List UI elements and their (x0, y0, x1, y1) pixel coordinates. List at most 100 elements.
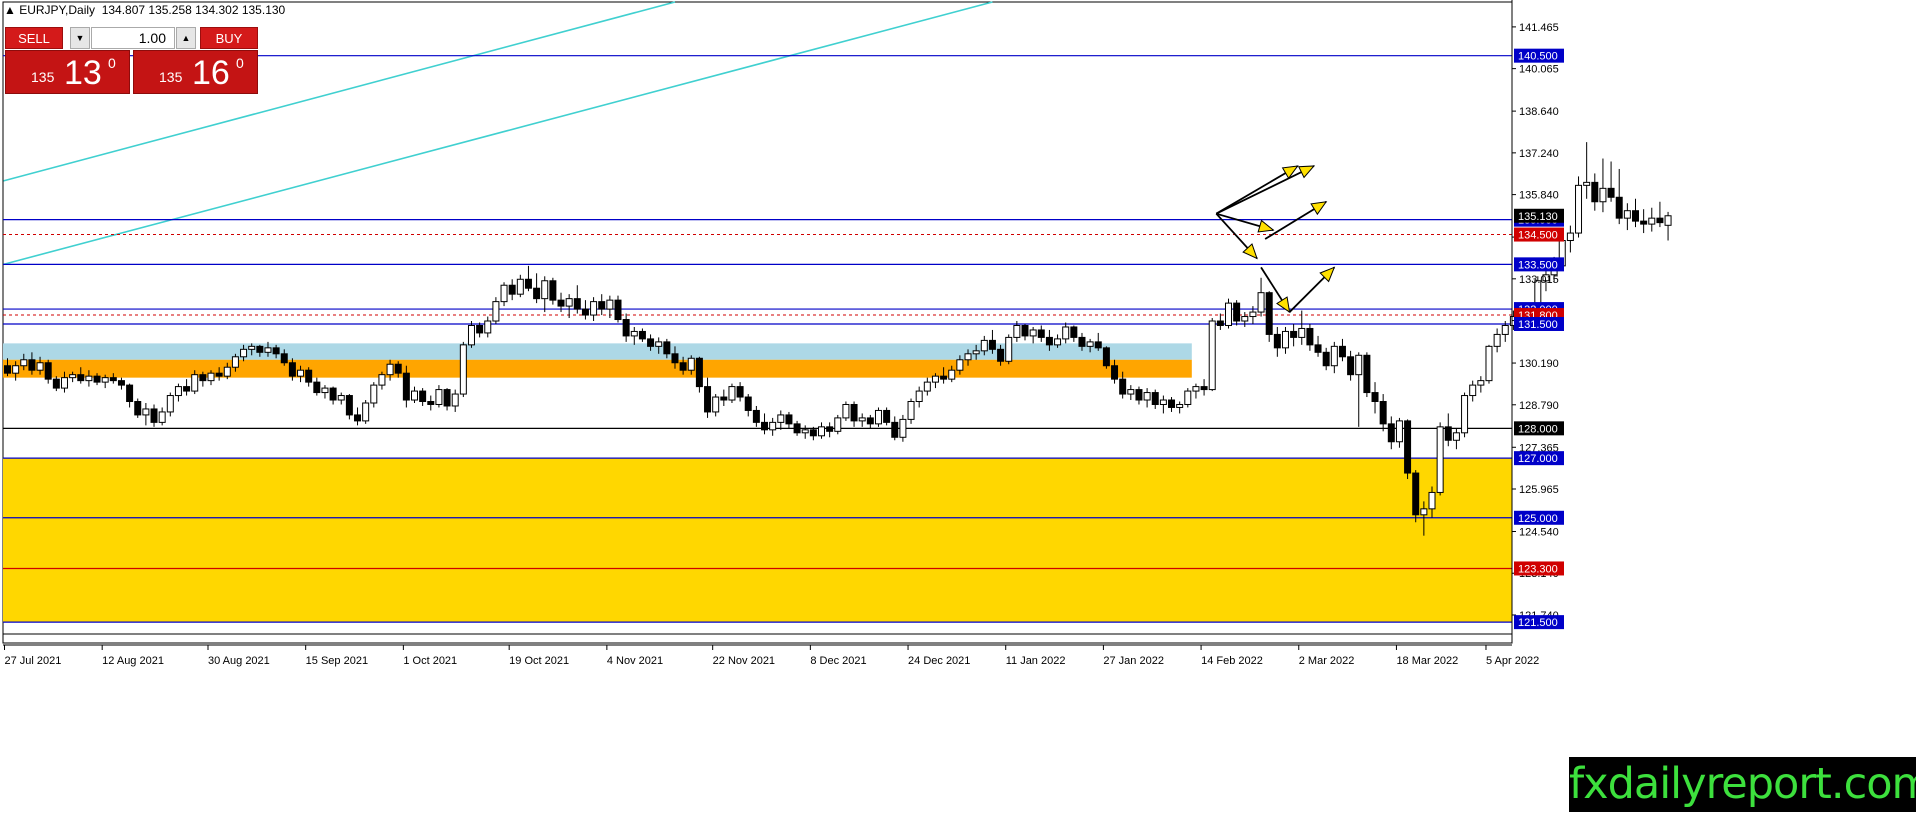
candle (1184, 388, 1192, 408)
date-tick-label: 11 Jan 2022 (1006, 655, 1066, 667)
candle (1566, 225, 1574, 253)
bear-candle-body (272, 347, 280, 355)
bear-candle-body (1216, 320, 1224, 326)
bull-candle-body (378, 374, 386, 386)
bull-candle-body (1501, 324, 1509, 335)
one-click-trading-panel: SELL ▼ 1.00 ▲ BUY 135 13 0 135 16 0 (5, 27, 258, 95)
bear-candle-body (109, 377, 117, 382)
bear-candle-body (427, 401, 435, 405)
date-tick-label: 5 Apr 2022 (1486, 655, 1539, 667)
bear-candle-body (288, 362, 296, 377)
bull-candle-body (874, 409, 882, 425)
bear-candle-body (647, 338, 655, 347)
bear-candle-body (1306, 327, 1314, 346)
bear-candle-body (638, 330, 646, 340)
bear-candle-body (150, 408, 158, 423)
bull-candle-body (166, 395, 174, 413)
candle (549, 277, 557, 305)
date-tick-label: 24 Dec 2021 (908, 655, 970, 667)
bull-candle-body (712, 396, 720, 413)
bull-candle-body (248, 345, 256, 350)
bear-candle-body (1591, 181, 1599, 203)
bear-candle-body (443, 389, 451, 407)
bull-candle-body (484, 320, 492, 334)
bull-candle-body (1566, 232, 1574, 242)
bull-candle-body (451, 393, 459, 407)
bull-candle-body (1664, 215, 1672, 226)
bear-candle-body (1347, 356, 1355, 376)
sell-price-prefix: 135 (31, 69, 55, 85)
bull-candle-body (606, 299, 614, 310)
bull-candle-body (158, 411, 166, 423)
bear-candle-body (793, 423, 801, 434)
price-tick-label: 125.965 (1519, 484, 1559, 496)
volume-down-arrow-icon[interactable]: ▼ (70, 27, 90, 49)
symbol-header: ▲ EURJPY,Daily 134.807 135.258 134.302 1… (4, 3, 285, 17)
candle (1485, 344, 1493, 384)
bull-candle-body (956, 359, 964, 371)
orange-zone (3, 359, 1192, 378)
bull-candle-body (1623, 210, 1631, 219)
bull-candle-body (541, 280, 549, 300)
bull-candle-body (1192, 386, 1200, 392)
bull-candle-body (630, 330, 638, 337)
date-tick-label: 22 Nov 2021 (713, 655, 775, 667)
volume-up-arrow-icon[interactable]: ▲ (176, 27, 196, 49)
bear-candle-body (1233, 302, 1241, 322)
bull-candle-body (411, 390, 418, 401)
bear-candle-body (1200, 386, 1208, 391)
sell-button[interactable]: SELL (5, 27, 63, 49)
bull-candle-body (834, 417, 842, 432)
bull-candle-body (1648, 217, 1656, 225)
bull-candle-body (1225, 302, 1232, 326)
bear-candle-body (524, 278, 532, 289)
bear-candle-body (1070, 326, 1078, 338)
bear-candle-body (679, 362, 687, 371)
bear-candle-body (1640, 220, 1648, 225)
collapse-triangle-icon[interactable]: ▲ (4, 3, 19, 17)
bear-candle-body (1404, 420, 1412, 474)
candle (1623, 203, 1631, 231)
date-tick-label: 15 Sep 2021 (306, 655, 368, 667)
candle (1632, 198, 1639, 228)
bull-candle-body (1176, 403, 1184, 408)
price-tick-label: 124.540 (1519, 526, 1559, 538)
bull-candle-body (858, 417, 866, 422)
bear-candle-body (354, 414, 362, 422)
bear-candle-body (826, 426, 834, 432)
bear-candle-body (1387, 423, 1395, 443)
buy-price-box[interactable]: 135 16 0 (133, 50, 258, 94)
bear-candle-body (809, 429, 817, 437)
bull-candle-body (101, 377, 109, 383)
bear-candle-body (1273, 333, 1281, 349)
buy-button[interactable]: BUY (200, 27, 258, 49)
bull-candle-body (459, 344, 467, 395)
bear-candle-body (1037, 329, 1045, 338)
candle (1404, 419, 1412, 480)
bear-candle-body (598, 301, 606, 310)
current-price-label: 135.130 (1518, 211, 1558, 223)
volume-input[interactable]: 1.00 (91, 27, 175, 49)
bear-candle-body (1021, 324, 1029, 337)
candle (834, 414, 842, 435)
candle (899, 414, 907, 442)
bear-candle-body (1111, 365, 1119, 380)
bull-candle-body (1029, 329, 1037, 337)
bull-candle-body (907, 401, 915, 420)
price-tick-label: 133.015 (1519, 274, 1559, 286)
bull-candle-body (386, 363, 394, 376)
candle (1225, 298, 1232, 329)
candle (459, 341, 467, 398)
bear-candle-body (402, 372, 410, 401)
sell-price-fraction: 0 (108, 55, 116, 71)
bear-candle-body (1371, 392, 1379, 403)
sell-price-box[interactable]: 135 13 0 (5, 50, 130, 94)
symbol-label: EURJPY,Daily (19, 3, 96, 17)
candle (1412, 470, 1420, 523)
bear-candle-body (1119, 378, 1127, 395)
bull-candle-body (264, 347, 272, 353)
bear-candle-body (720, 396, 728, 401)
bull-candle-body (590, 301, 598, 316)
bull-candle-body (500, 284, 508, 303)
bear-candle-body (199, 374, 207, 382)
